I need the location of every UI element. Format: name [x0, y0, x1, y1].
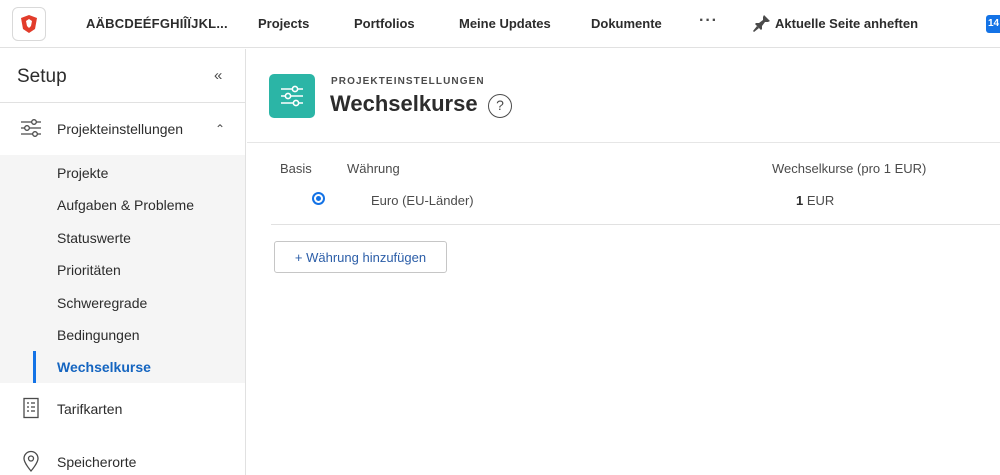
page-title: Wechselkurse — [330, 91, 478, 116]
sidebar-subitem-projects[interactable]: Projekte — [0, 157, 245, 189]
notification-badge[interactable]: 14 — [986, 15, 1000, 33]
exchange-rate-unit: EUR — [806, 193, 835, 208]
settings-sliders-icon — [269, 74, 315, 118]
add-currency-button[interactable]: + Währung hinzufügen — [274, 241, 447, 273]
exchange-rate-table: Basis Währung Wechselkurse (pro 1 EUR) E… — [271, 143, 1000, 225]
sidebar-subitem-severities[interactable]: Schweregrade — [0, 287, 245, 319]
app-logo[interactable] — [12, 7, 46, 41]
sidebar-item-label: Speicherorte — [57, 454, 137, 470]
sidebar-item-label: Projekteinstellungen — [57, 121, 184, 137]
sidebar-subitem-priorities[interactable]: Prioritäten — [0, 254, 245, 286]
main-content: PROJEKTEINSTELLUNGEN Wechselkurse ? Basi… — [247, 49, 1000, 475]
pin-icon — [753, 15, 770, 32]
help-icon[interactable]: ? — [488, 94, 512, 118]
chevron-up-icon[interactable]: ⌃ — [215, 122, 225, 136]
pin-page-label: Aktuelle Seite anheften — [775, 15, 919, 31]
sidebar-subitem-label: Statuswerte — [57, 230, 131, 246]
page-header: PROJEKTEINSTELLUNGEN Wechselkurse ? — [247, 49, 1000, 143]
sidebar-submenu: Projekte Aufgaben & Probleme Statuswerte… — [0, 155, 245, 383]
organization-name[interactable]: AÄBCDEÉFGHIÎÏJKL... — [86, 16, 228, 31]
location-pin-icon — [23, 450, 39, 472]
currency-name: Euro (EU-Länder) — [371, 193, 474, 208]
column-header-currency: Währung — [347, 161, 400, 176]
sidebar-item-rate-cards[interactable]: Tarifkarten — [0, 383, 245, 435]
sidebar-subitem-exchange-rates[interactable]: Wechselkurse — [0, 351, 245, 383]
exchange-rate-cell: 1 EUR — [796, 193, 834, 208]
base-currency-radio[interactable] — [312, 192, 325, 205]
sliders-icon — [21, 119, 41, 137]
sidebar-subitem-label: Wechselkurse — [57, 359, 151, 375]
top-navigation-bar: AÄBCDEÉFGHIÎÏJKL... Projects Portfolios … — [0, 0, 1000, 48]
sidebar-item-locations[interactable]: Speicherorte — [0, 436, 245, 475]
exchange-rate-value: 1 — [796, 193, 804, 208]
sidebar-item-label: Tarifkarten — [57, 401, 123, 417]
sidebar-subitem-status-values[interactable]: Statuswerte — [0, 222, 245, 254]
sidebar-subitem-conditions[interactable]: Bedingungen — [0, 319, 245, 351]
nav-documents[interactable]: Dokumente — [591, 16, 662, 31]
sidebar-subitem-tasks-issues[interactable]: Aufgaben & Probleme — [0, 189, 245, 221]
page-eyebrow: PROJEKTEINSTELLUNGEN — [331, 76, 485, 87]
column-header-base: Basis — [280, 161, 312, 176]
sidebar-item-project-settings[interactable]: Projekteinstellungen ⌃ — [0, 103, 245, 155]
collapse-sidebar-icon[interactable]: « — [214, 67, 222, 84]
nav-portfolios[interactable]: Portfolios — [354, 16, 415, 31]
sidebar-subitem-label: Bedingungen — [57, 327, 140, 343]
brand-shield-icon — [21, 15, 37, 33]
sidebar-subitem-label: Projekte — [57, 165, 109, 181]
sidebar-subitem-label: Schweregrade — [57, 295, 148, 311]
column-header-exchange-rate: Wechselkurse (pro 1 EUR) — [772, 161, 927, 176]
sidebar-title: Setup — [17, 66, 67, 87]
pin-page-button[interactable]: Aktuelle Seite anheften — [752, 13, 918, 33]
nav-projects[interactable]: Projects — [258, 16, 309, 31]
nav-my-updates[interactable]: Meine Updates — [459, 16, 551, 31]
more-menu-icon[interactable]: ··· — [699, 12, 718, 30]
setup-sidebar: Setup « Projekteinstellungen ⌃ Projekte … — [0, 49, 246, 475]
rate-card-icon — [23, 397, 39, 419]
sidebar-subitem-label: Aufgaben & Probleme — [57, 197, 194, 213]
sidebar-subitem-label: Prioritäten — [57, 262, 121, 278]
